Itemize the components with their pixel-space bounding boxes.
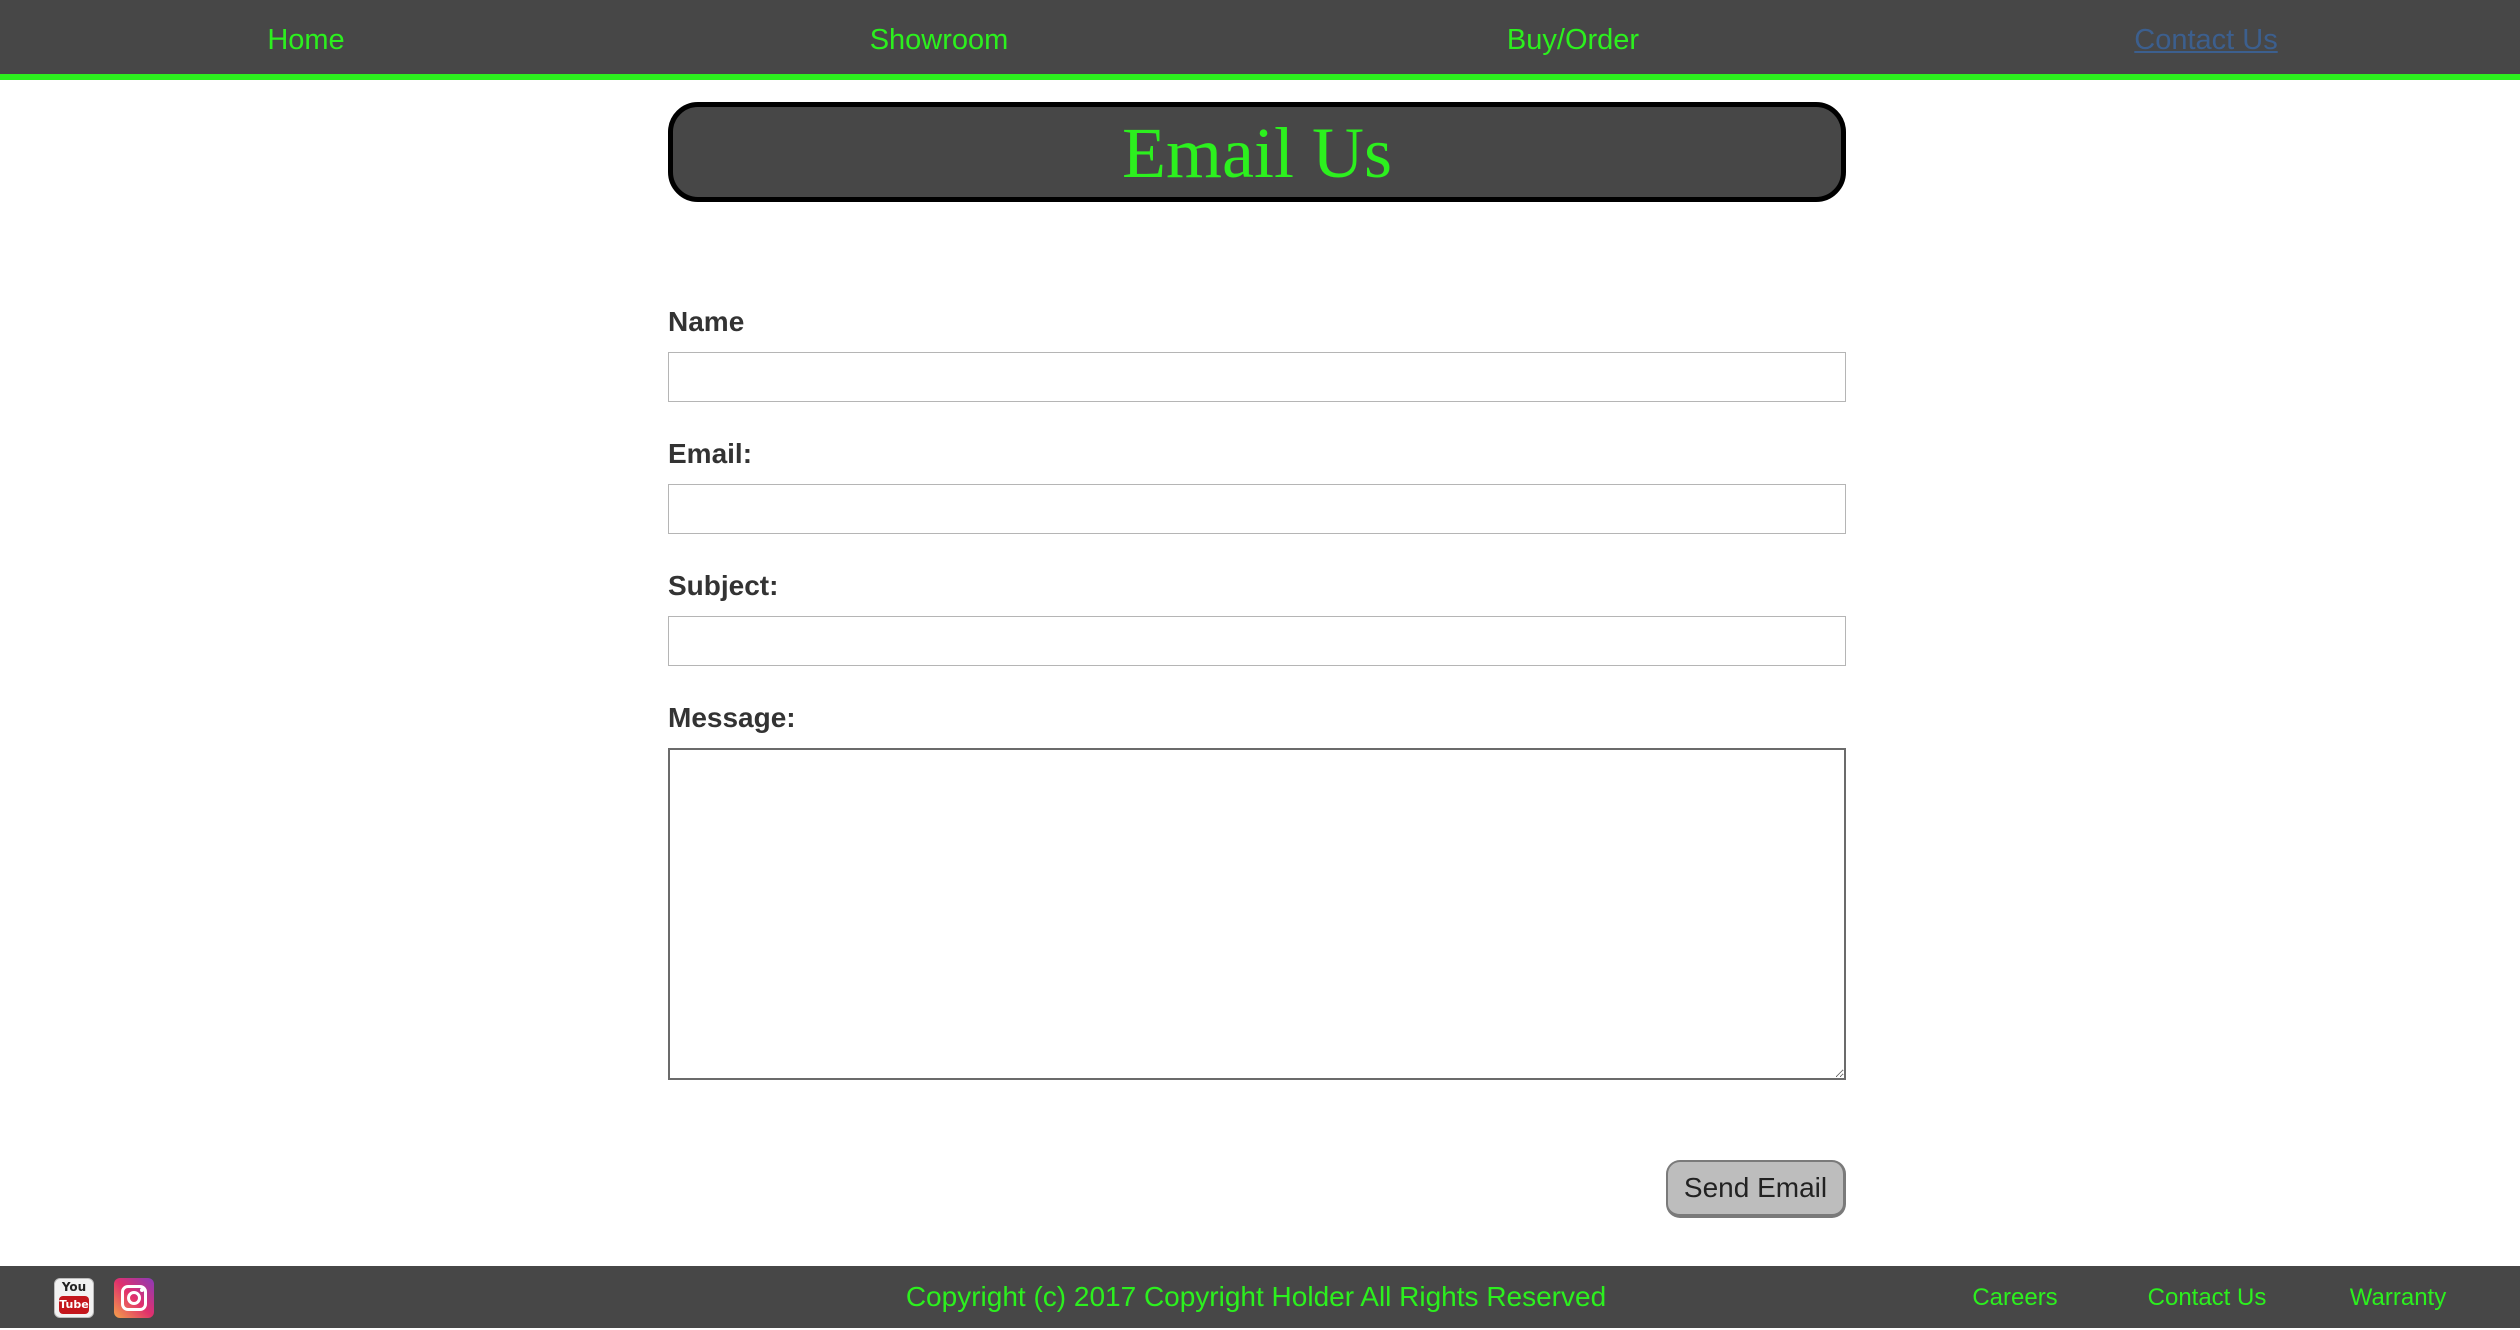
email-input[interactable] xyxy=(668,484,1846,534)
message-label: Message: xyxy=(668,702,796,733)
footer-contact-us-link[interactable]: Contact Us xyxy=(2148,1266,2267,1330)
email-label: Email: xyxy=(668,438,753,469)
subject-label: Subject: xyxy=(668,570,779,601)
nav-contact-us-link[interactable]: Contact Us xyxy=(2134,0,2277,74)
nav-buy-order-link[interactable]: Buy/Order xyxy=(1507,0,1639,74)
instagram-lens xyxy=(127,1291,141,1305)
name-label: Name xyxy=(668,306,745,337)
top-nav: Home Showroom Buy/Order Contact Us xyxy=(0,0,2520,80)
copyright-text: Copyright (c) 2017 Copyright Holder All … xyxy=(905,1281,1607,1312)
send-email-button[interactable]: Send Email xyxy=(1666,1160,1846,1218)
youtube-icon-top-text: You xyxy=(61,1280,87,1294)
subject-input[interactable] xyxy=(668,616,1846,666)
nav-showroom-link[interactable]: Showroom xyxy=(870,0,1009,74)
footer-warranty-link[interactable]: Warranty xyxy=(2350,1266,2446,1330)
instagram-icon[interactable] xyxy=(114,1278,154,1318)
message-textarea[interactable] xyxy=(668,748,1846,1080)
email-form: Name Email: Subject: Message: xyxy=(668,300,1846,1080)
instagram-flash-dot xyxy=(140,1288,144,1292)
footer: You Tube Copyright (c) 2017 Copyright Ho… xyxy=(0,1266,2520,1328)
page-title: Email Us xyxy=(1122,113,1392,193)
nav-home-link[interactable]: Home xyxy=(267,0,344,74)
footer-careers-link[interactable]: Careers xyxy=(1972,1266,2057,1330)
youtube-icon[interactable]: You Tube xyxy=(54,1278,94,1318)
name-input[interactable] xyxy=(668,352,1846,402)
title-banner: Email Us xyxy=(668,102,1846,202)
youtube-icon-bottom-text: Tube xyxy=(59,1296,89,1314)
